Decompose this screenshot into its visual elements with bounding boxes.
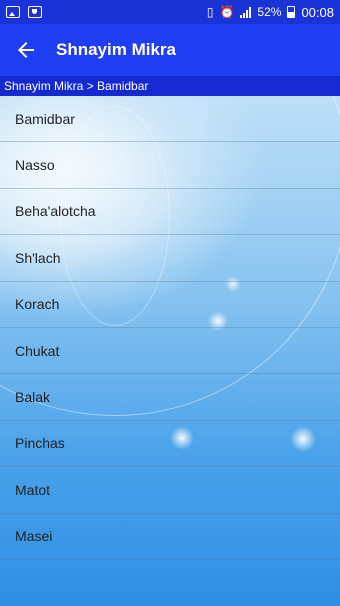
list-item-label: Nasso: [15, 157, 55, 174]
battery-icon: [287, 6, 296, 18]
list-item-label: Bamidbar: [15, 110, 75, 127]
vibrate-icon: ▯: [206, 5, 214, 19]
status-notifications: [6, 6, 42, 18]
status-indicators: ▯ ⏰ 52% 00:08: [207, 5, 334, 20]
list-item-label: Masei: [15, 528, 53, 545]
shield-icon: [28, 6, 42, 18]
status-bar: ▯ ⏰ 52% 00:08: [0, 0, 340, 24]
alarm-icon: ⏰: [219, 5, 235, 19]
breadcrumb: Shnayim Mikra > Bamidbar: [0, 76, 340, 96]
list-item[interactable]: Nasso: [0, 142, 340, 189]
back-button[interactable]: [0, 24, 52, 76]
clock: 00:08: [301, 4, 334, 20]
list-item[interactable]: Sh'lach: [0, 235, 340, 282]
gallery-icon: [6, 6, 20, 18]
list-item-label: Beha'alotcha: [15, 203, 96, 220]
parasha-list: Bamidbar Nasso Beha'alotcha Sh'lach Kora…: [0, 96, 340, 560]
list-item-label: Balak: [15, 389, 51, 406]
list-item[interactable]: Chukat: [0, 328, 340, 375]
list-item[interactable]: Balak: [0, 374, 340, 421]
list-item[interactable]: Matot: [0, 467, 340, 514]
list-item[interactable]: Pinchas: [0, 421, 340, 468]
list-item-label: Pinchas: [15, 435, 65, 452]
list-item[interactable]: Beha'alotcha: [0, 189, 340, 236]
list-item-label: Chukat: [15, 342, 60, 359]
app-bar: Shnayim Mikra: [0, 24, 340, 76]
list-item-label: Korach: [15, 296, 60, 313]
list-item[interactable]: Masei: [0, 514, 340, 560]
list-item[interactable]: Korach: [0, 282, 340, 328]
list-item[interactable]: Bamidbar: [0, 96, 340, 143]
content-area: Bamidbar Nasso Beha'alotcha Sh'lach Kora…: [0, 96, 340, 606]
arrow-left-icon: [18, 42, 34, 58]
list-item-label: Matot: [15, 481, 51, 498]
app-title: Shnayim Mikra: [56, 40, 176, 59]
signal-icon: [240, 6, 252, 18]
battery-percent: 52%: [257, 5, 282, 19]
list-item-label: Sh'lach: [15, 249, 61, 266]
